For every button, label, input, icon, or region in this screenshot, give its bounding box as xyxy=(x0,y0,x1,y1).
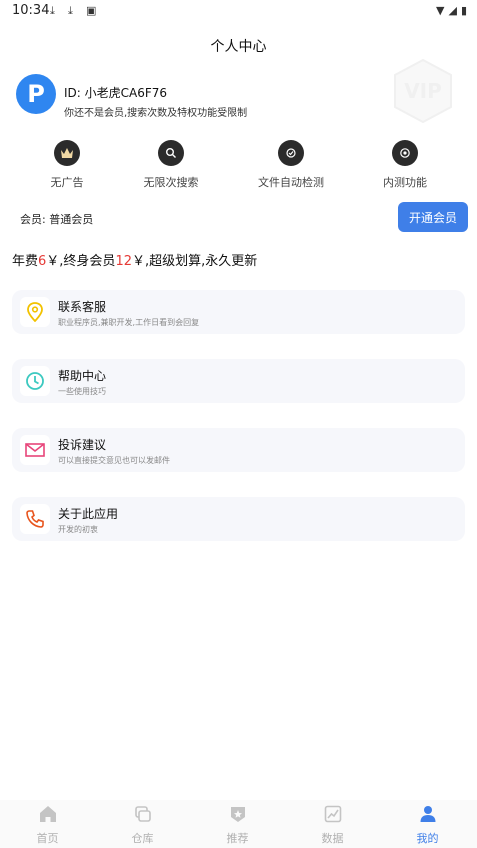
menu-item-contact-support[interactable]: 联系客服 职业程序员,兼职开发,工作日看到会回复 xyxy=(12,290,465,334)
feature-no-ads[interactable]: 无广告 xyxy=(22,140,112,190)
feature-file-detect[interactable]: 文件自动检测 xyxy=(246,140,336,190)
search-icon xyxy=(158,140,184,166)
membership-notice: 你还不是会员,搜索次数及特权功能受限制 xyxy=(64,108,248,119)
menu-item-subtitle: 可以直接提交意见也可以发邮件 xyxy=(58,456,170,465)
status-time: 10:34 xyxy=(12,3,50,18)
wifi-icon: ▼ xyxy=(436,4,445,17)
feature-label: 文件自动检测 xyxy=(258,176,324,189)
clock-icon xyxy=(20,366,50,396)
feature-label: 内测功能 xyxy=(383,176,427,189)
location-icon xyxy=(20,297,50,327)
tab-recommend[interactable]: 推荐 xyxy=(190,804,285,846)
tab-label: 我的 xyxy=(416,832,439,845)
app-notification-icon: ▣ xyxy=(86,4,97,17)
detect-icon xyxy=(278,140,304,166)
menu-item-subtitle: 职业程序员,兼职开发,工作日看到会回复 xyxy=(58,318,200,327)
feature-beta[interactable]: 内测功能 xyxy=(360,140,450,190)
beta-icon xyxy=(392,140,418,166)
menu-item-about[interactable]: 关于此应用 开发的初衷 xyxy=(12,497,465,541)
tab-data[interactable]: 数据 xyxy=(285,804,380,846)
promo-text: ￥,超级划算,永久更新 xyxy=(131,254,258,269)
download-icon: ⤓ xyxy=(50,4,55,17)
user-icon xyxy=(418,804,438,824)
warehouse-icon xyxy=(133,804,153,824)
recommend-icon xyxy=(228,804,248,824)
crown-icon xyxy=(54,140,80,166)
feature-label: 无广告 xyxy=(50,176,84,189)
feature-unlimited-search[interactable]: 无限次搜索 xyxy=(126,140,216,190)
avatar-logo-letter: P xyxy=(27,80,45,108)
vip-badge: VIP xyxy=(390,58,456,124)
avatar[interactable]: P xyxy=(16,74,56,114)
tab-warehouse[interactable]: 仓库 xyxy=(95,804,190,846)
menu-item-subtitle: 开发的初衷 xyxy=(58,525,98,534)
tab-home[interactable]: 首页 xyxy=(0,804,95,846)
vip-badge-text: VIP xyxy=(404,79,442,103)
menu-item-title: 关于此应用 xyxy=(58,507,119,521)
menu-item-help-center[interactable]: 帮助中心 一些使用技巧 xyxy=(12,359,465,403)
promo-text: 年费 xyxy=(12,254,39,269)
battery-icon: ▮ xyxy=(460,4,467,17)
menu-item-subtitle: 一些使用技巧 xyxy=(58,387,106,396)
status-bar: 10:34 ⤓ ⤓ ▣ ▼ ◢ ▮ xyxy=(0,0,477,22)
tab-mine[interactable]: 我的 xyxy=(380,804,475,846)
bottom-tab-bar: 首页 仓库 推荐 数据 我的 xyxy=(0,800,477,848)
download-icon: ⤓ xyxy=(68,4,73,17)
user-id: ID: 小老虎CA6F76 xyxy=(64,86,168,100)
tab-label: 仓库 xyxy=(131,832,154,845)
lifetime-price: 12 xyxy=(115,254,132,269)
phone-icon xyxy=(20,504,50,534)
mail-icon xyxy=(20,435,50,465)
tab-label: 推荐 xyxy=(226,832,249,845)
membership-level: 会员: 普通会员 xyxy=(20,213,94,226)
status-right: ▼ ◢ ▮ xyxy=(436,4,467,17)
signal-icon: ◢ xyxy=(448,4,457,17)
open-membership-button[interactable]: 开通会员 xyxy=(398,202,468,232)
menu-item-title: 帮助中心 xyxy=(58,369,107,383)
menu-item-title: 联系客服 xyxy=(58,300,107,314)
menu-item-title: 投诉建议 xyxy=(58,438,107,452)
promo-text: ￥,终身会员 xyxy=(46,254,116,269)
feature-label: 无限次搜索 xyxy=(143,176,199,189)
home-icon xyxy=(38,804,58,824)
page-title: 个人中心 xyxy=(210,39,267,55)
price-promo: 年费6￥,终身会员12￥,超级划算,永久更新 xyxy=(12,250,257,269)
tab-label: 首页 xyxy=(36,832,59,845)
chart-icon xyxy=(323,804,343,824)
tab-label: 数据 xyxy=(321,832,344,845)
menu-item-feedback[interactable]: 投诉建议 可以直接提交意见也可以发邮件 xyxy=(12,428,465,472)
